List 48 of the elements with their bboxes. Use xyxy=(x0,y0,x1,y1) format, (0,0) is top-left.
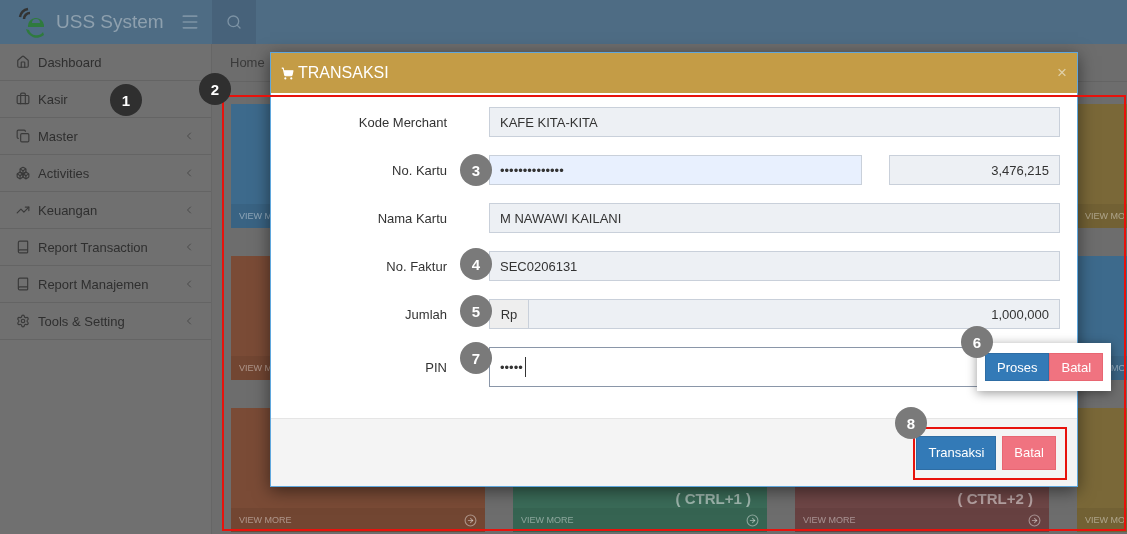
shortcut-label: ( CTRL+1 ) xyxy=(675,490,751,507)
menu-item-icon xyxy=(16,55,30,69)
sidebar-item[interactable]: Report Transaction xyxy=(38,239,148,255)
sidebar-item[interactable]: Master xyxy=(38,128,78,144)
sidebar-item[interactable]: Dashboard xyxy=(38,54,102,70)
field-label: PIN xyxy=(424,359,448,375)
arrow-circle-icon[interactable] xyxy=(464,513,477,527)
cancel-button[interactable]: Batal xyxy=(1002,435,1056,470)
search-button[interactable] xyxy=(212,0,256,44)
field-label: Kode Merchant xyxy=(357,114,448,130)
arrow-circle-icon[interactable] xyxy=(1028,513,1041,527)
text-field[interactable]: M NAWAWI KAILANI xyxy=(489,203,1060,233)
amount-value: 1,000,000 xyxy=(529,300,1059,328)
menu-icon[interactable] xyxy=(180,12,200,32)
view-more-link[interactable]: VIEW MORE xyxy=(521,515,574,525)
amount-field[interactable]: Rp 1,000,000 xyxy=(489,299,1060,329)
menu-item-icon xyxy=(16,92,30,106)
field-label: Jumlah xyxy=(404,306,448,322)
menu-item-icon xyxy=(16,129,30,143)
cart-icon xyxy=(281,66,294,80)
menu-item-icon xyxy=(16,277,30,291)
sidebar-item[interactable]: Activities xyxy=(38,165,90,181)
search-icon xyxy=(226,14,242,30)
dialog-title: TRANSAKSI xyxy=(281,64,389,82)
sidebar-item[interactable]: Tools & Setting xyxy=(38,313,125,329)
menu-item-icon xyxy=(16,240,30,254)
field-label: No. Kartu xyxy=(391,162,448,178)
view-more-link[interactable]: VIEW MORE xyxy=(803,515,856,525)
sidebar-item[interactable]: Kasir xyxy=(38,91,68,107)
sidebar-item[interactable]: Keuangan xyxy=(38,202,98,218)
card-number-field[interactable]: •••••••••••••• xyxy=(489,155,862,185)
shortcut-label: ( CTRL+2 ) xyxy=(957,490,1033,507)
cancel-button[interactable]: Batal xyxy=(1049,353,1104,381)
balance-field: 3,476,215 xyxy=(889,155,1060,185)
sidebar-item[interactable]: Report Manajemen xyxy=(38,276,149,292)
transaction-button[interactable]: Transaksi xyxy=(916,435,997,470)
menu-item-icon xyxy=(16,166,30,180)
process-button[interactable]: Proses xyxy=(985,353,1050,381)
field-label: Nama Kartu xyxy=(376,210,448,226)
text-field[interactable]: KAFE KITA-KITA xyxy=(489,107,1060,137)
menu-item-icon xyxy=(16,314,30,328)
field-label: No. Faktur xyxy=(385,258,448,274)
app-title: USS System xyxy=(56,11,164,33)
text-field[interactable]: SEC0206131 xyxy=(489,251,1060,281)
currency-addon: Rp xyxy=(490,300,529,328)
arrow-circle-icon[interactable] xyxy=(746,513,759,527)
close-button[interactable]: × xyxy=(1057,63,1067,83)
view-more-link[interactable]: VIEW MORE xyxy=(239,515,292,525)
